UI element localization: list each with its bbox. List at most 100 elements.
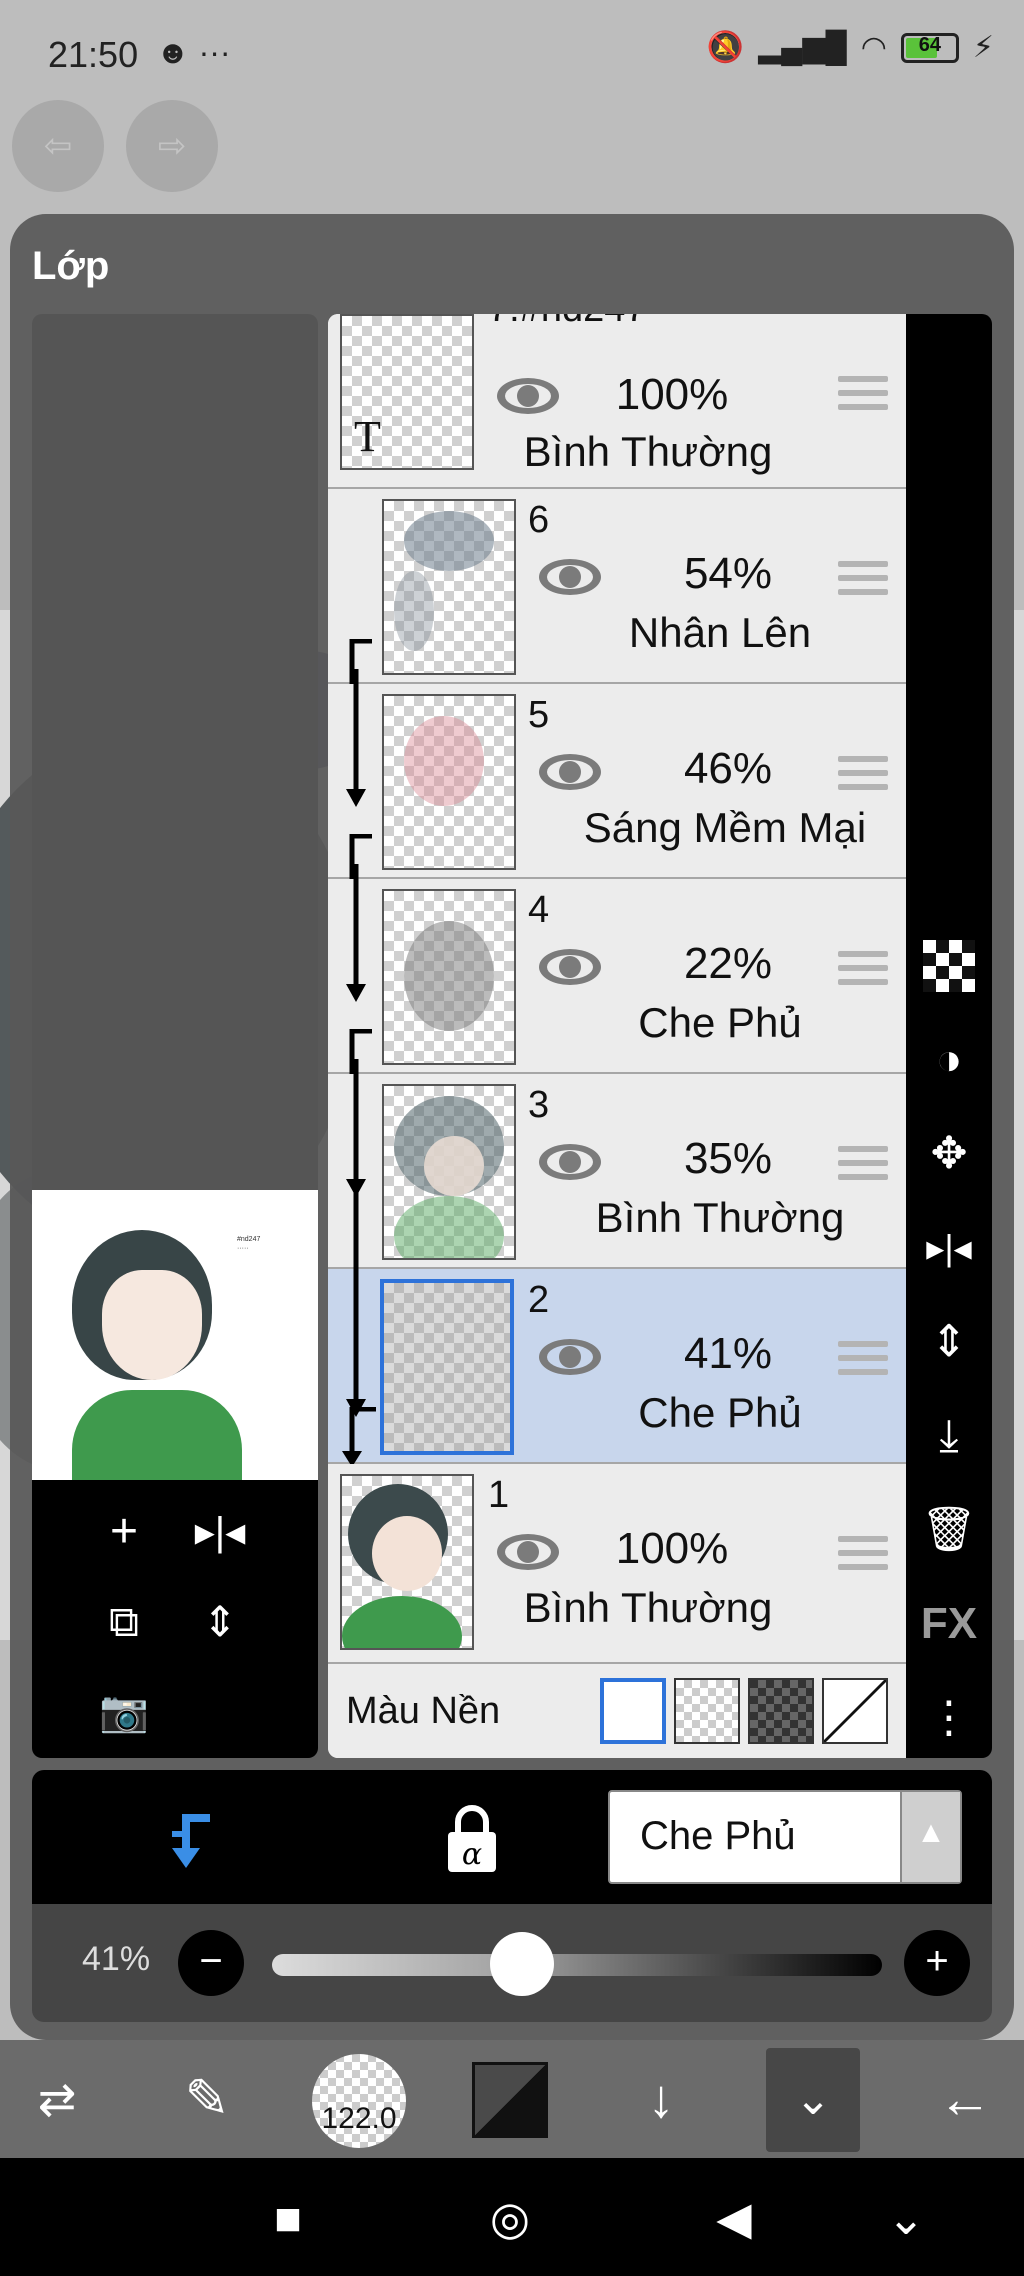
recent-apps-icon[interactable]: ■ (258, 2188, 318, 2248)
layer-thumbnail (382, 499, 516, 675)
tool-switch-icon[interactable]: ⇄ (12, 2054, 102, 2144)
duplicate-layer-icon[interactable]: ⧉ (92, 1590, 156, 1654)
assistant-icon[interactable]: ⌄ (876, 2188, 936, 2248)
merge-down-icon[interactable]: ⤓ (919, 1406, 979, 1466)
flip-vertical-icon[interactable]: ⇕ (188, 1590, 252, 1654)
flip-horizontal-icon[interactable]: ▸|◂ (919, 1218, 979, 1278)
opacity-label: 41% (82, 1940, 151, 1978)
layer-row-selected[interactable]: 2 41% Che Phủ (328, 1059, 906, 1467)
eye-icon[interactable] (536, 945, 604, 989)
eye-icon[interactable] (536, 555, 604, 599)
layer-down-icon[interactable]: ↓ (616, 2054, 706, 2144)
opacity-slider[interactable] (272, 1954, 882, 1976)
layer-thumbnail (340, 1474, 474, 1650)
flip-horizontal-icon[interactable]: ▸|◂ (188, 1500, 252, 1564)
background-dark-checker-swatch[interactable] (748, 1678, 814, 1744)
home-icon[interactable]: ◎ (480, 2188, 540, 2248)
eye-icon[interactable] (536, 1335, 604, 1379)
layer-row[interactable]: T 7.#nd247 100% Bình Thường (328, 314, 906, 489)
layer-row[interactable]: 5 46% Sáng Mềm Mại (328, 669, 906, 894)
move-icon[interactable]: ✥ (919, 1124, 979, 1184)
camera-icon[interactable]: 📷 (92, 1680, 156, 1744)
layer-name: 6 (528, 499, 550, 541)
layer-blend-mode: Sáng Mềm Mại (583, 804, 867, 851)
layer-row[interactable]: 6 54% Nhân Lên (328, 489, 906, 699)
blend-mode-select[interactable]: Che Phủ ▲ (608, 1790, 962, 1884)
background-white-swatch[interactable] (600, 1678, 666, 1744)
brush-size-button[interactable]: 122.0 (312, 2054, 406, 2148)
transparency-checker-icon[interactable] (919, 936, 979, 996)
battery-icon: 64 (900, 32, 959, 63)
layer-panel: Lớp #nd247····· + ▸|◂ ⧉ ⇕ 📷 T 7.#nd247 1… (10, 214, 1014, 2040)
layer-name: 3 (528, 1084, 550, 1126)
undo-icon: ⇦ (43, 127, 73, 165)
layer-blend-mode: Bình Thường (523, 1584, 773, 1631)
drag-handle-icon[interactable] (838, 1536, 888, 1576)
layer-blend-mode: Che Phủ (638, 999, 802, 1046)
layer-row[interactable]: 3 35% Bình Thường (328, 1059, 906, 1269)
layer-thumbnail (380, 1279, 514, 1455)
canvas-thumbnail[interactable]: #nd247 ····· (32, 1190, 318, 1480)
eye-icon[interactable] (536, 750, 604, 794)
undo-button[interactable]: ⇦ (12, 100, 104, 192)
layer-tools: + ▸|◂ ⧉ ⇕ 📷 (32, 1480, 318, 1758)
layer-opacity: 100% (615, 1524, 729, 1573)
charging-icon: ⚡ (972, 31, 994, 64)
layer-opacity: 35% (683, 1134, 773, 1183)
drag-handle-icon[interactable] (838, 1146, 888, 1186)
text-layer-icon: T (354, 412, 381, 461)
opacity-slider-knob[interactable] (490, 1932, 555, 1996)
menu-button[interactable]: ⌄ (766, 2048, 860, 2152)
eye-icon[interactable] (536, 1140, 604, 1184)
eye-icon[interactable] (494, 374, 562, 418)
more-options-icon[interactable]: ⋮ (919, 1688, 979, 1748)
layer-name: 7.#nd247 (488, 314, 647, 331)
fx-button[interactable]: FX (919, 1594, 979, 1654)
signal-icon: ▂▄▆█ (758, 31, 847, 64)
drag-handle-icon[interactable] (838, 376, 888, 416)
brush-icon[interactable]: ✎ (162, 2054, 252, 2144)
discord-icon: ☻ ··· (156, 34, 231, 70)
drag-handle-icon[interactable] (838, 951, 888, 991)
opacity-decrease-button[interactable]: − (178, 1930, 244, 1996)
eye-icon[interactable] (494, 1530, 562, 1574)
back-arrow-icon[interactable]: ← (920, 2054, 1010, 2144)
layer-row[interactable]: 4 22% Che Phủ (328, 864, 906, 1089)
clip-arrow-icon (342, 1407, 376, 1467)
bottom-toolbar: ⇄ ✎ 122.0 ↓ ⌄ ← (0, 2040, 1024, 2158)
layer-opacity: 41% (683, 1329, 773, 1378)
layer-opacity: 54% (683, 549, 773, 598)
thumbnail-signature: #nd247 ····· (237, 1236, 261, 1252)
drag-handle-icon[interactable] (838, 561, 888, 601)
drag-handle-icon[interactable] (838, 756, 888, 796)
layer-blend-mode: Nhân Lên (628, 609, 812, 656)
wifi-icon: ◠ (860, 31, 887, 64)
dropdown-arrow-icon: ▲ (900, 1792, 960, 1882)
back-icon[interactable]: ◀ (704, 2188, 764, 2248)
layer-row[interactable]: 1 100% Bình Thường (328, 1464, 906, 1664)
svg-text:α: α (462, 1837, 482, 1872)
redo-button[interactable]: ⇨ (126, 100, 218, 192)
background-color-row: Màu Nền (328, 1664, 906, 1758)
preview-column: #nd247 ····· + ▸|◂ ⧉ ⇕ 📷 (32, 314, 318, 1758)
layer-blend-mode: Che Phủ (638, 1389, 802, 1436)
layer-blend-mode: Bình Thường (523, 428, 773, 475)
panel-title: Lớp (32, 244, 110, 288)
blend-mode-value: Che Phủ (640, 1814, 796, 1858)
drag-handle-icon[interactable] (838, 1341, 888, 1381)
alpha-lock-icon[interactable]: α (432, 1800, 512, 1880)
clipping-toggle-icon[interactable] (152, 1800, 232, 1880)
layer-thumbnail (382, 889, 516, 1065)
opacity-bar: 41% − + (32, 1904, 992, 2022)
flip-vertical-icon[interactable]: ⇕ (919, 1312, 979, 1372)
add-layer-icon[interactable]: + (92, 1500, 156, 1564)
background-none-swatch[interactable] (822, 1678, 888, 1744)
color-picker-button[interactable] (472, 2062, 548, 2138)
layer-name: 5 (528, 694, 550, 736)
invert-icon[interactable]: ◑ (919, 1030, 979, 1090)
delete-icon[interactable]: 🗑 (919, 1500, 979, 1560)
side-toolbar: ◑ ✥ ▸|◂ ⇕ ⤓ 🗑 FX ⋮ (906, 314, 992, 1758)
layer-list: T 7.#nd247 100% Bình Thường 6 54% Nhân L… (328, 314, 906, 1758)
background-checker-swatch[interactable] (674, 1678, 740, 1744)
opacity-increase-button[interactable]: + (904, 1930, 970, 1996)
